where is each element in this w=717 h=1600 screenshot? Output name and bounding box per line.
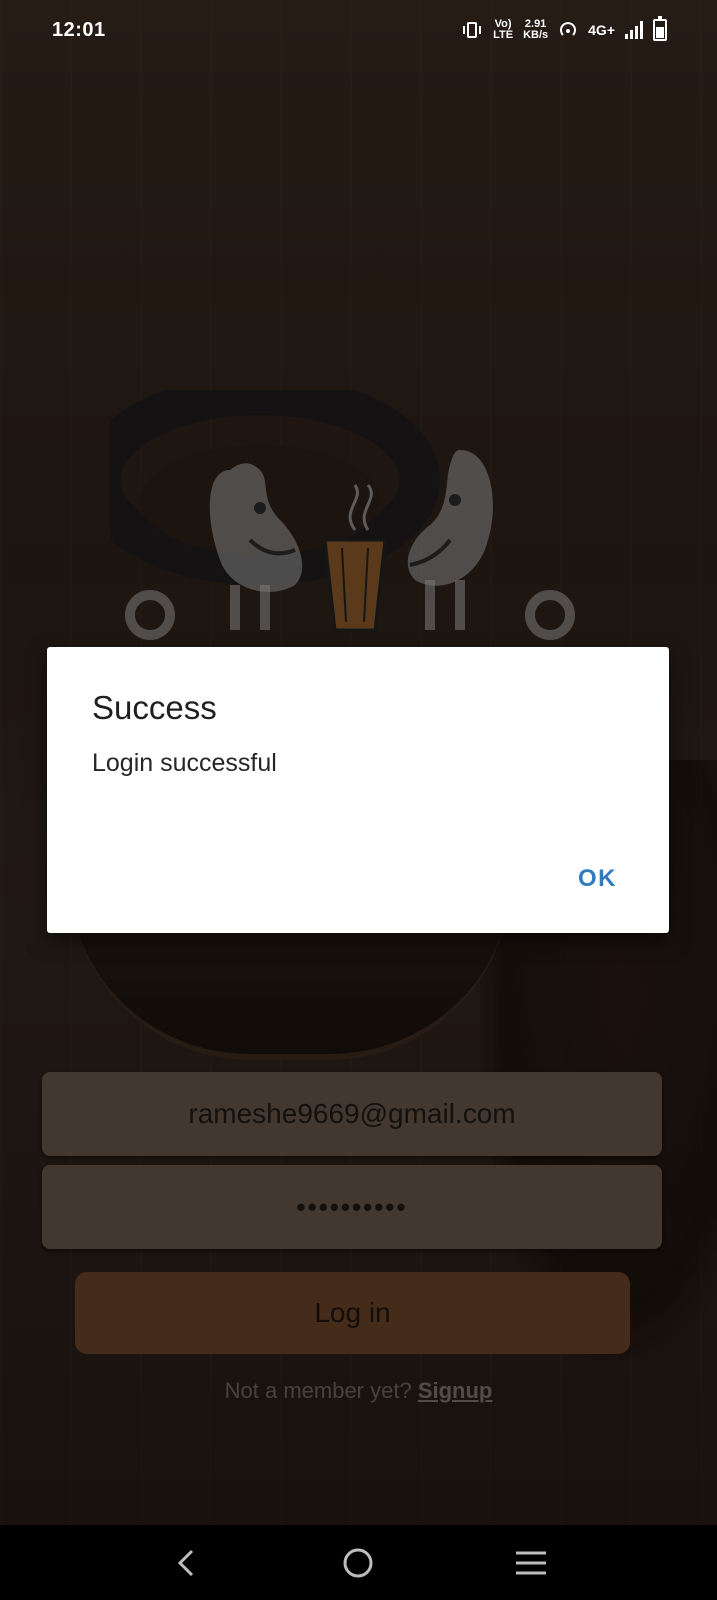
signal-icon xyxy=(625,21,643,39)
home-button[interactable] xyxy=(328,1533,388,1593)
volte-indicator: Vo) LTE xyxy=(493,18,514,41)
ok-button[interactable]: OK xyxy=(578,865,617,893)
battery-icon xyxy=(653,16,667,41)
home-icon xyxy=(343,1548,373,1577)
menu-icon xyxy=(515,1551,546,1574)
dialog-message: Login successful xyxy=(92,749,277,777)
network-speed: 2.91 KB/s xyxy=(523,18,549,41)
recents-button[interactable] xyxy=(501,1533,561,1593)
status-time: 12:01 xyxy=(52,18,106,41)
network-type: 4G+ xyxy=(588,22,615,38)
status-bar: 12:01 Vo) LTE 2.91 KB/s 4G+ xyxy=(0,0,717,60)
back-icon xyxy=(178,1549,194,1576)
dialog-title: Success xyxy=(92,689,217,726)
status-icons: Vo) LTE 2.91 KB/s 4G+ xyxy=(461,16,667,41)
success-dialog: Success Login successful OK xyxy=(47,647,669,933)
vibrate-icon xyxy=(463,22,482,38)
back-button[interactable] xyxy=(156,1533,216,1593)
navigation-bar xyxy=(0,1525,717,1600)
hotspot-icon xyxy=(560,22,577,36)
